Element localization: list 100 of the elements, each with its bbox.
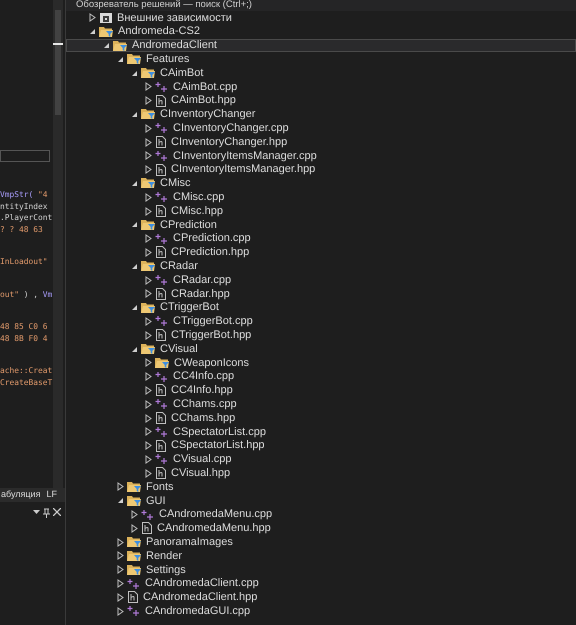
tree-item[interactable]: CAndromedaGUI.cpp bbox=[66, 604, 576, 618]
collapsed-arrow-icon[interactable] bbox=[116, 565, 124, 574]
collapsed-arrow-icon[interactable] bbox=[130, 510, 138, 520]
collapsed-arrow-icon[interactable] bbox=[144, 414, 152, 422]
expanded-arrow-icon[interactable] bbox=[102, 42, 110, 49]
tree-item[interactable]: CMisc.hpp bbox=[66, 204, 576, 218]
collapsed-arrow-icon[interactable] bbox=[88, 13, 96, 22]
tree-item[interactable]: CSpectatorList.hpp bbox=[66, 438, 576, 452]
tree-item[interactable]: CAimBot.hpp bbox=[66, 94, 576, 108]
tree-item[interactable]: Render bbox=[66, 549, 576, 563]
collapsed-arrow-icon[interactable] bbox=[144, 192, 152, 202]
tree-item[interactable]: Settings bbox=[66, 562, 576, 577]
pin-icon[interactable] bbox=[43, 508, 50, 518]
collapsed-arrow-icon[interactable] bbox=[116, 592, 124, 602]
tree-item[interactable]: CAimBot bbox=[66, 66, 576, 80]
tree-item[interactable]: CChams.cpp bbox=[66, 397, 576, 412]
collapsed-arrow-icon[interactable] bbox=[144, 276, 152, 285]
scrollbar[interactable] bbox=[53, 0, 63, 488]
tree-item[interactable]: CRadar.cpp bbox=[66, 273, 576, 287]
filter-folder-icon bbox=[141, 260, 156, 272]
collapsed-arrow-icon[interactable] bbox=[144, 400, 152, 409]
tree-item[interactable]: CAndromedaClient.hpp bbox=[66, 590, 576, 604]
expanded-arrow-icon[interactable] bbox=[116, 497, 124, 504]
collapsed-arrow-icon[interactable] bbox=[144, 138, 152, 147]
tree-item[interactable]: CAndromedaMenu.hpp bbox=[66, 521, 576, 536]
tree-item[interactable]: Fonts bbox=[66, 480, 576, 494]
status-item[interactable]: LF bbox=[45, 488, 59, 502]
expanded-arrow-icon[interactable] bbox=[130, 70, 138, 77]
expanded-arrow-icon[interactable] bbox=[88, 28, 96, 36]
tree-item[interactable]: CSpectatorList.cpp bbox=[66, 424, 576, 439]
dropdown-icon[interactable] bbox=[33, 508, 40, 515]
collapsed-arrow-icon[interactable] bbox=[144, 82, 152, 92]
header-file-icon bbox=[141, 522, 153, 534]
expanded-arrow-icon[interactable] bbox=[130, 346, 138, 353]
tree-item[interactable]: CC4Info.cpp bbox=[66, 370, 576, 384]
tree-item[interactable]: Andromeda-CS2 bbox=[66, 24, 576, 39]
tree-item[interactable]: PanoramaImages bbox=[66, 535, 576, 550]
tree-item[interactable]: CTriggerBot.hpp bbox=[66, 328, 576, 342]
tree-item[interactable]: CChams.hpp bbox=[66, 411, 576, 425]
tree-item[interactable]: CVisual bbox=[66, 342, 576, 356]
tree-item[interactable]: CAimBot.cpp bbox=[66, 80, 576, 94]
tree-item[interactable]: GUI bbox=[66, 494, 576, 508]
collapsed-arrow-icon[interactable] bbox=[116, 606, 124, 616]
collapsed-arrow-icon[interactable] bbox=[144, 427, 152, 436]
collapsed-arrow-icon[interactable] bbox=[144, 289, 152, 298]
tree-item[interactable]: CAndromedaMenu.cpp bbox=[66, 508, 576, 522]
collapsed-arrow-icon[interactable] bbox=[144, 454, 152, 464]
collapsed-arrow-icon[interactable] bbox=[144, 151, 152, 160]
collapsed-arrow-icon[interactable] bbox=[116, 538, 124, 547]
input-field[interactable] bbox=[0, 150, 50, 162]
tree-item[interactable]: CRadar.hpp bbox=[66, 286, 576, 301]
collapsed-arrow-icon[interactable] bbox=[144, 248, 152, 257]
header-file-icon bbox=[155, 246, 167, 258]
collapsed-arrow-icon[interactable] bbox=[144, 441, 152, 450]
close-icon[interactable] bbox=[53, 508, 61, 516]
collapsed-arrow-icon[interactable] bbox=[144, 358, 152, 368]
tree-item[interactable]: CPrediction bbox=[66, 218, 576, 232]
tree-item[interactable]: CInventoryChanger.cpp bbox=[66, 121, 576, 136]
expanded-arrow-icon[interactable] bbox=[116, 56, 124, 63]
collapsed-arrow-icon[interactable] bbox=[144, 124, 152, 133]
tree-item[interactable]: CInventoryChanger bbox=[66, 108, 576, 122]
tree-item[interactable]: CInventoryItemsManager.hpp bbox=[66, 162, 576, 177]
collapsed-arrow-icon[interactable] bbox=[116, 579, 124, 588]
tree-item[interactable]: CTriggerBot.cpp bbox=[66, 314, 576, 328]
status-item[interactable]: абуляция bbox=[0, 488, 42, 502]
tree-item[interactable]: CAndromedaClient.cpp bbox=[66, 576, 576, 590]
expanded-arrow-icon[interactable] bbox=[130, 110, 138, 118]
expanded-arrow-icon[interactable] bbox=[130, 262, 138, 270]
collapsed-arrow-icon[interactable] bbox=[144, 372, 152, 382]
plus-plus-icon bbox=[155, 274, 169, 286]
tree-item[interactable]: Внешние зависимости bbox=[66, 11, 576, 25]
collapsed-arrow-icon[interactable] bbox=[144, 206, 152, 216]
tree-item[interactable]: Features bbox=[66, 52, 576, 66]
collapsed-arrow-icon[interactable] bbox=[144, 330, 152, 340]
collapsed-arrow-icon[interactable] bbox=[144, 316, 152, 326]
tree-item[interactable]: CVisual.cpp bbox=[66, 452, 576, 466]
collapsed-arrow-icon[interactable] bbox=[144, 234, 152, 244]
tree-item[interactable]: CMisc bbox=[66, 176, 576, 190]
collapsed-arrow-icon[interactable] bbox=[144, 468, 152, 478]
tree-item[interactable]: CTriggerBot bbox=[66, 300, 576, 315]
collapsed-arrow-icon[interactable] bbox=[144, 165, 152, 174]
collapsed-arrow-icon[interactable] bbox=[130, 524, 138, 533]
collapsed-arrow-icon[interactable] bbox=[144, 96, 152, 106]
tree-item[interactable]: CPrediction.hpp bbox=[66, 246, 576, 260]
collapsed-arrow-icon[interactable] bbox=[116, 482, 124, 492]
tree-item[interactable]: CRadar bbox=[66, 259, 576, 274]
tree-item[interactable]: CC4Info.hpp bbox=[66, 384, 576, 398]
tree-item[interactable]: CWeaponIcons bbox=[66, 356, 576, 370]
tree-item[interactable]: AndromedaClient bbox=[66, 38, 576, 52]
tree-item[interactable]: CInventoryChanger.hpp bbox=[66, 135, 576, 149]
collapsed-arrow-icon[interactable] bbox=[144, 386, 152, 395]
expanded-arrow-icon[interactable] bbox=[130, 304, 138, 312]
tree-item[interactable]: CVisual.hpp bbox=[66, 466, 576, 480]
expanded-arrow-icon[interactable] bbox=[130, 180, 138, 187]
expanded-arrow-icon[interactable] bbox=[130, 221, 138, 228]
collapsed-arrow-icon[interactable] bbox=[116, 551, 124, 560]
tree-item[interactable]: CInventoryItemsManager.cpp bbox=[66, 148, 576, 163]
tree-item[interactable]: CPrediction.cpp bbox=[66, 232, 576, 246]
scrollbar-thumb[interactable] bbox=[55, 10, 61, 115]
tree-item[interactable]: CMisc.cpp bbox=[66, 190, 576, 204]
